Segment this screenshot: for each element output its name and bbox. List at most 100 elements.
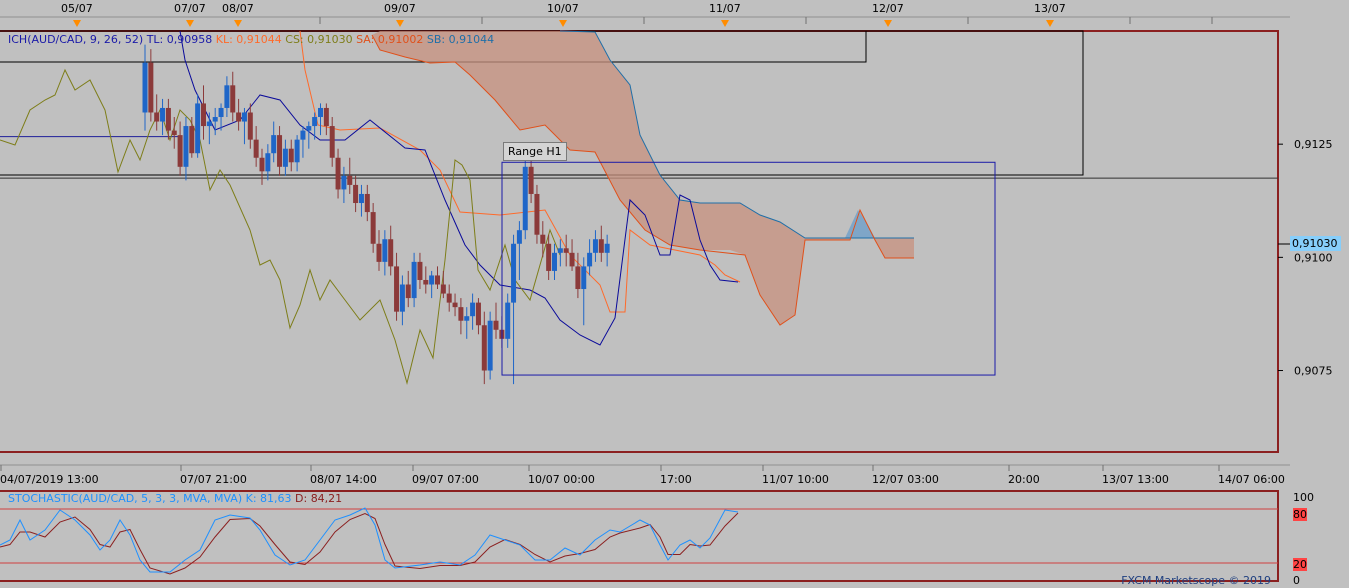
y-tick-label: 0,9125 (1294, 138, 1333, 151)
candle-body (394, 266, 400, 312)
ich-sa-value: SA: 0,91002 (356, 33, 427, 46)
candle-body (464, 316, 470, 321)
ich-sb-value: SB: 0,91044 (427, 33, 494, 46)
candle-body (154, 112, 160, 122)
candle-body (282, 148, 288, 167)
candle-body (411, 261, 417, 299)
candle-body (277, 135, 283, 167)
x-tick-label: 14/07 06:00 (1218, 473, 1285, 486)
candle-body (265, 153, 271, 172)
candle-body (335, 157, 341, 190)
candle-body (493, 320, 499, 330)
x-tick-label: 12/07 03:00 (872, 473, 939, 486)
current-price-badge: 0,91030 (1290, 236, 1341, 251)
candle-body (470, 302, 476, 317)
candle-body (569, 252, 575, 267)
ich-label: ICH(AUD/CAD, 9, 26, 52) (8, 33, 147, 46)
top-date-label: 05/07 (61, 2, 93, 15)
candle-body (201, 103, 206, 127)
candle-body (505, 302, 511, 339)
candle-body (306, 126, 312, 131)
candle-body (189, 126, 195, 154)
top-date-label: 09/07 (384, 2, 416, 15)
candle-body (370, 212, 376, 244)
candle-body (259, 157, 265, 172)
x-tick-label: 08/07 14:00 (310, 473, 377, 486)
candle-body (353, 184, 359, 204)
x-tick-label: 10/07 00:00 (528, 473, 595, 486)
candle-body (312, 117, 318, 127)
candle-body (598, 239, 604, 253)
candle-body (557, 248, 563, 253)
x-tick-label: 07/07 21:00 (180, 473, 247, 486)
candle-body (388, 239, 394, 267)
candle-body (318, 107, 323, 118)
candle-body (516, 230, 522, 244)
candle-body (171, 130, 177, 136)
candle-body (534, 193, 540, 235)
x-tick-label: 20:00 (1008, 473, 1040, 486)
candle-body (165, 107, 171, 131)
candle-body (294, 139, 300, 163)
stoch-tick-100: 100 (1293, 491, 1314, 504)
candle-body (522, 166, 528, 231)
x-tick-label: 13/07 13:00 (1102, 473, 1169, 486)
watermark: FXCM Marketscope © 2019 (1121, 574, 1271, 587)
candle-body (423, 279, 429, 285)
candle-body (247, 112, 253, 140)
stoch-tick-0: 0 (1293, 574, 1300, 587)
candle-body (195, 103, 201, 154)
candle-body (142, 62, 148, 113)
candle-body (253, 139, 259, 158)
candle-body (271, 135, 277, 154)
candle-body (241, 112, 247, 122)
candle-body (540, 234, 546, 244)
candle-body (376, 243, 382, 262)
candle-body (382, 239, 388, 262)
ich-cs-value: CS: 0,91030 (285, 33, 356, 46)
candle-body (552, 252, 557, 271)
ich-tl-value: TL: 0,90958 (146, 33, 216, 46)
candle-body (487, 320, 493, 371)
candle-body (446, 293, 452, 303)
candle-body (236, 112, 242, 122)
candle-body (511, 243, 517, 303)
ichimoku-legend: ICH(AUD/CAD, 9, 26, 52) TL: 0,90958 KL: … (8, 33, 494, 46)
candle-body (160, 107, 166, 122)
candle-body (604, 243, 610, 253)
x-tick-label: 09/07 07:00 (412, 473, 479, 486)
candle-body (481, 325, 487, 371)
y-tick-label: 0,9075 (1294, 365, 1333, 378)
range-box-label[interactable]: Range H1 (503, 142, 567, 161)
x-tick-label: 17:00 (660, 473, 692, 486)
top-date-label: 10/07 (547, 2, 579, 15)
candle-body (528, 166, 534, 194)
candle-body (458, 307, 464, 321)
candle-body (323, 107, 329, 127)
candle-body (230, 85, 236, 113)
candle-body (417, 261, 423, 280)
candle-body (212, 117, 218, 122)
candle-body (581, 266, 587, 290)
x-tick-label: 11/07 10:00 (762, 473, 829, 486)
candle-body (177, 135, 183, 167)
x-tick-label: 04/07/2019 13:00 (0, 473, 99, 486)
stoch-label: STOCHASTIC(AUD/CAD, 5, 3, 3, MVA, MVA) (8, 492, 246, 505)
candle-body (575, 266, 581, 290)
candle-body (405, 284, 411, 299)
candle-body (288, 148, 294, 163)
candle-body (148, 62, 154, 113)
top-date-label: 12/07 (872, 2, 904, 15)
candle-body (329, 126, 335, 158)
y-tick-label: 0,9100 (1294, 251, 1333, 264)
stoch-k-value: K: 81,63 (246, 492, 295, 505)
candle-body (563, 248, 569, 253)
candle-body (218, 107, 224, 118)
stoch-d-value: D: 84,21 (295, 492, 342, 505)
candle-body (347, 175, 353, 185)
top-date-label: 07/07 (174, 2, 206, 15)
stoch-tick-20: 20 (1293, 558, 1307, 571)
candle-body (341, 175, 347, 190)
ich-kl-value: KL: 0,91044 (216, 33, 286, 46)
candle-body (300, 130, 306, 140)
